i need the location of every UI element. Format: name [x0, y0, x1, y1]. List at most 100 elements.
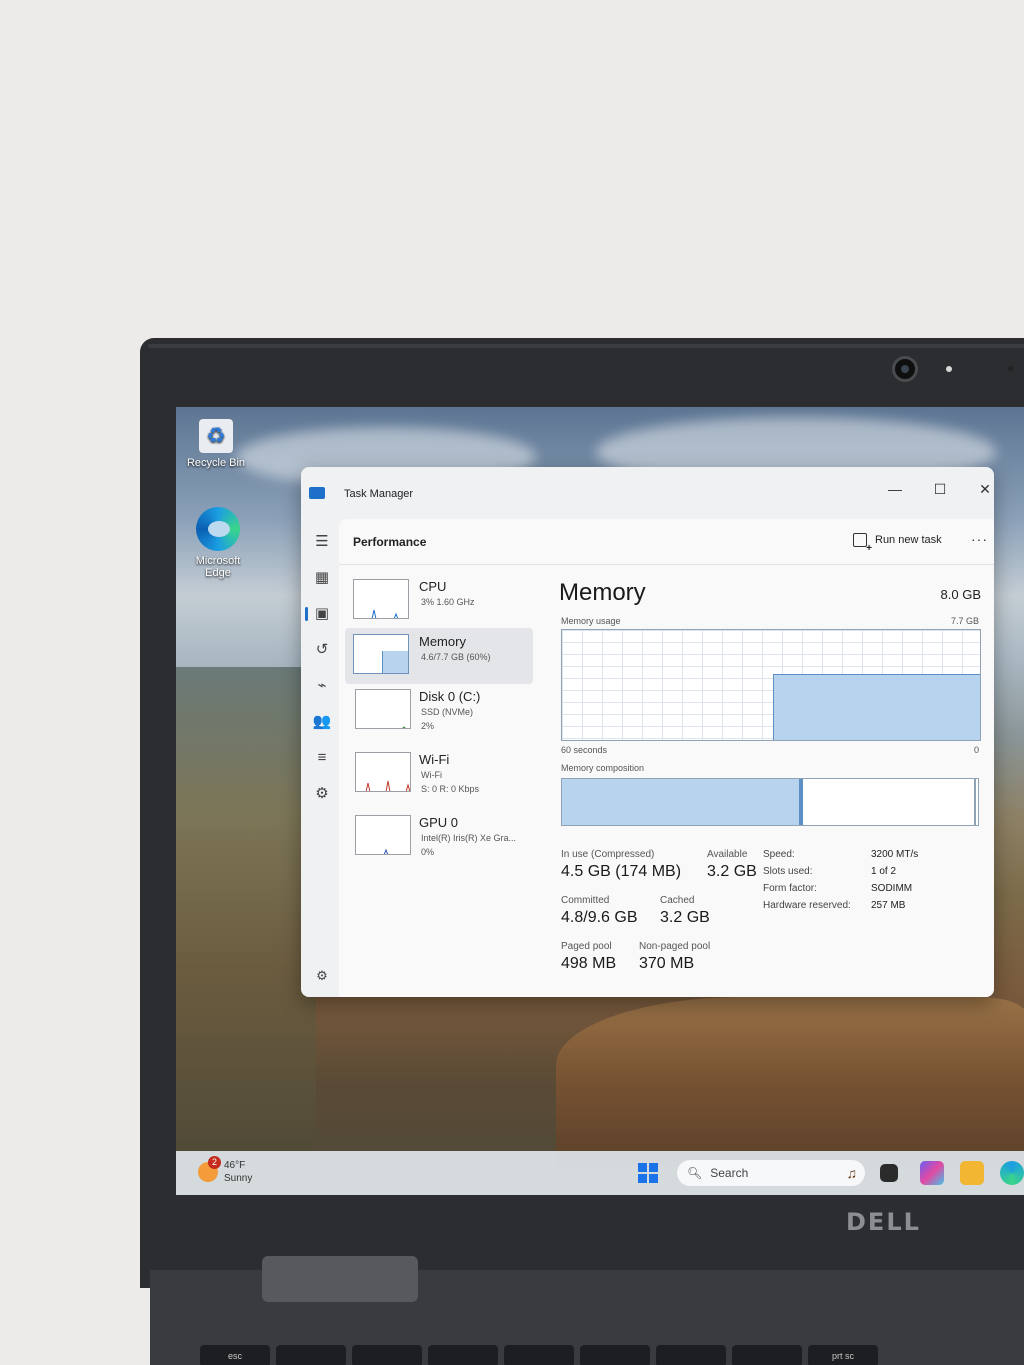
resource-detail: 4.6/7.7 GB (60%)	[421, 652, 491, 662]
resource-detail: 0%	[421, 847, 435, 857]
desktop-icon-label: Recycle Bin	[186, 457, 246, 469]
menu-icon[interactable]: ☰	[311, 531, 333, 553]
in-use-label: In use (Compressed)	[561, 849, 655, 860]
close-button[interactable]: ✕	[963, 475, 994, 503]
key-brightness-down	[580, 1345, 650, 1365]
taskbar-search[interactable]: 🔍︎ Search ♫	[676, 1159, 866, 1187]
page-header: Performance Run new task ···	[339, 519, 994, 565]
key-vol-down	[352, 1345, 422, 1365]
resource-detail: 2%	[421, 721, 435, 731]
disk-mini-graph	[355, 689, 411, 729]
camera-light	[1008, 366, 1013, 371]
memory-usage-fill	[773, 674, 980, 740]
processes-icon[interactable]: ▦	[311, 567, 333, 589]
committed-label: Committed	[561, 895, 610, 906]
memory-usage-max: 7.7 GB	[950, 616, 979, 626]
memory-usage-label: Memory usage	[561, 616, 621, 626]
resource-item-cpu[interactable]: CPU 3% 1.60 GHz	[345, 573, 533, 629]
users-icon[interactable]: 👥	[311, 711, 333, 733]
committed-value: 4.8/9.6 GB	[561, 909, 638, 926]
paged-pool-value: 498 MB	[561, 955, 617, 972]
run-task-icon	[853, 533, 872, 554]
memory-total: 8.0 GB	[940, 587, 981, 602]
key-esc: esc	[200, 1345, 270, 1365]
form-factor-value: SODIMM	[871, 883, 913, 894]
non-paged-pool-label: Non-paged pool	[639, 941, 711, 952]
speed-key: Speed:	[763, 849, 795, 860]
memory-mini-fill	[382, 651, 408, 673]
minimize-button[interactable]: —	[873, 475, 917, 503]
resource-list: CPU 3% 1.60 GHz Memory 4.6/7.7 GB (60%) …	[345, 571, 535, 991]
wallpaper-cliff	[556, 997, 1024, 1167]
windows-logo-tile	[638, 1174, 647, 1183]
available-label: Available	[707, 849, 748, 860]
non-paged-pool-value: 370 MB	[639, 955, 695, 972]
desktop-icon-recycle-bin[interactable]: ♻ Recycle Bin	[176, 419, 256, 469]
resource-detail: 3% 1.60 GHz	[421, 597, 475, 607]
paged-pool-label: Paged pool	[561, 941, 612, 952]
key-vol-up	[428, 1345, 498, 1365]
page-title: Performance	[353, 535, 427, 549]
camera-sensor	[946, 366, 952, 372]
edge-icon	[196, 507, 240, 551]
copilot-icon[interactable]	[920, 1161, 944, 1185]
resource-detail: S: 0 R: 0 Kbps	[421, 784, 480, 794]
memory-composition-label: Memory composition	[561, 763, 645, 773]
hardware-reserved-key: Hardware reserved:	[763, 900, 851, 911]
app-history-icon[interactable]: ↺	[311, 639, 333, 661]
resource-name: GPU 0	[419, 815, 459, 830]
services-icon[interactable]: ⚙	[311, 783, 333, 805]
wallpaper-hills	[176, 667, 316, 1167]
graph-time-right: 0	[973, 745, 979, 755]
desktop-icon-label: Microsoft Edge	[195, 555, 241, 579]
resource-detail: SSD (NVMe)	[421, 707, 474, 717]
desktop-screen: ♻ Recycle Bin Microsoft Edge Task Manage…	[176, 407, 1024, 1195]
resource-item-disk[interactable]: Disk 0 (C:) SSD (NVMe) 2%	[345, 683, 533, 739]
maximize-button[interactable]: ☐	[918, 475, 962, 503]
search-placeholder: Search	[710, 1166, 749, 1180]
key-play	[504, 1345, 574, 1365]
taskbar: 2 46°F Sunny 🔍︎ Search ♫	[176, 1151, 1024, 1195]
resource-detail: Wi-Fi	[421, 770, 442, 780]
task-view-icon[interactable]	[880, 1164, 898, 1182]
notification-badge: 2	[208, 1156, 221, 1169]
slots-value: 1 of 2	[871, 866, 897, 877]
windows-logo-tile	[649, 1174, 658, 1183]
search-highlight-icon: ♫	[846, 1165, 858, 1181]
task-manager-app-icon	[309, 487, 325, 499]
key-display	[732, 1345, 802, 1365]
startup-apps-icon[interactable]: ⌁	[311, 675, 333, 697]
edge-taskbar-icon[interactable]	[1000, 1161, 1024, 1185]
weather-sun-icon: 2	[198, 1156, 221, 1182]
title-bar[interactable]: Task Manager — ☐ ✕	[301, 467, 994, 511]
settings-icon[interactable]: ⚙	[311, 965, 333, 987]
performance-icon[interactable]: ▣	[305, 603, 333, 625]
weather-desc: Sunny	[224, 1173, 253, 1184]
more-options-button[interactable]: ···	[971, 531, 988, 547]
detail-title: Memory	[559, 579, 646, 606]
resource-name: Wi-Fi	[419, 752, 450, 767]
keyboard-row: esc prt sc	[200, 1345, 1024, 1365]
weather-text: 46°F Sunny	[224, 1159, 252, 1185]
laptop-hinge	[262, 1256, 418, 1302]
search-icon: 🔍︎	[687, 1166, 703, 1180]
resource-item-wifi[interactable]: Wi-Fi Wi-Fi S: 0 R: 0 Kbps	[345, 746, 533, 802]
resource-name: Disk 0 (C:)	[419, 689, 481, 704]
graph-time-left: 60 seconds	[561, 745, 608, 755]
active-indicator	[305, 607, 308, 621]
key-mute	[276, 1345, 346, 1365]
bezel-edge	[148, 344, 1024, 348]
desktop-icon-edge[interactable]: Microsoft Edge	[178, 507, 258, 579]
recycle-bin-icon: ♻	[199, 419, 233, 453]
details-icon[interactable]: ≡	[311, 747, 333, 769]
weather-widget[interactable]: 2 46°F Sunny	[198, 1156, 252, 1185]
start-button[interactable]	[638, 1163, 658, 1183]
resource-item-gpu[interactable]: GPU 0 Intel(R) Iris(R) Xe Gra... 0%	[345, 809, 533, 865]
file-explorer-icon[interactable]	[960, 1161, 984, 1185]
composition-in-use	[562, 779, 803, 825]
resource-item-memory[interactable]: Memory 4.6/7.7 GB (60%)	[345, 628, 533, 684]
task-manager-window: Task Manager — ☐ ✕ ☰ ▦ ▣ ↺ ⌁ 👥 ≡ ⚙ ⚙ Per…	[301, 467, 994, 997]
memory-composition-bar	[561, 778, 979, 826]
run-new-task-button[interactable]: Run new task	[853, 529, 942, 554]
window-title: Task Manager	[344, 488, 414, 500]
